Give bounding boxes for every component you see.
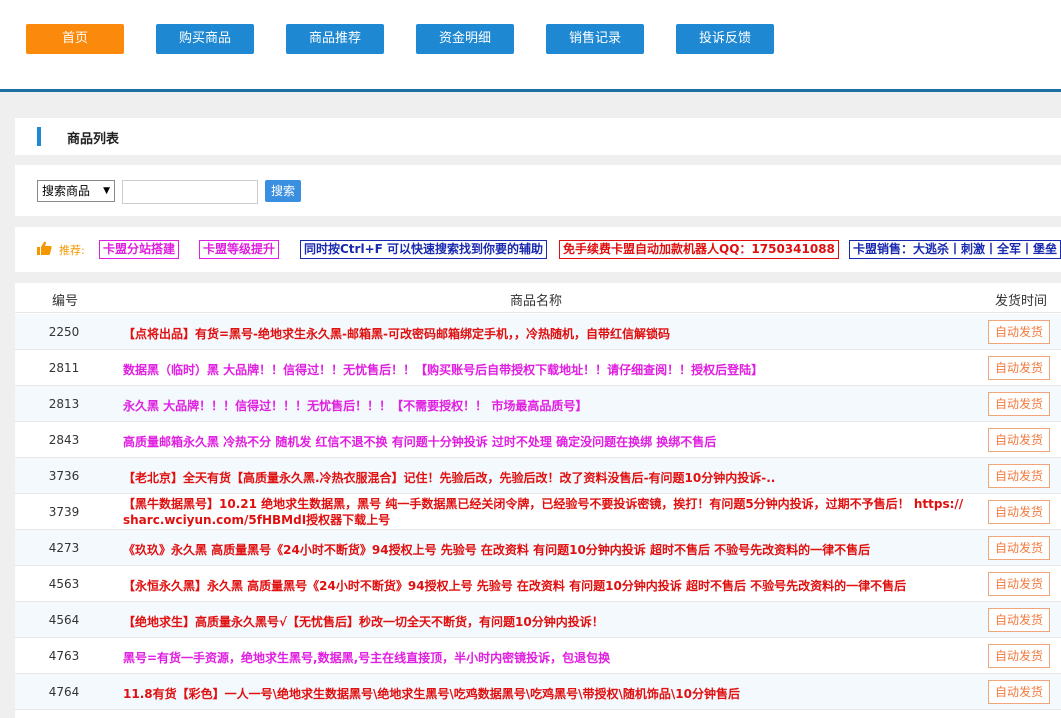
product-name[interactable]: 【永恒永久黑】永久黑 高质量黑号《24小时不断货》94授权上号 先验号 在改资料… — [123, 577, 969, 594]
header-time: 发货时间 — [995, 294, 1048, 309]
product-id: 2843 — [48, 433, 80, 447]
chevron-down-icon: ▼ — [103, 186, 110, 196]
auto-delivery-button[interactable]: 自动发货 — [988, 572, 1050, 596]
product-name[interactable]: 永久黑 大品牌！！！信得过！！！无忧售后！！！【不需要授权！！ 市场最高品质号】 — [123, 397, 969, 414]
nav-button-3[interactable]: 资金明细 — [416, 24, 514, 54]
header-name: 商品名称 — [510, 294, 563, 309]
product-name[interactable]: 11.8有货【彩色】一人一号\绝地求生数据黑号\绝地求生黑号\吃鸡数据黑号\吃鸡… — [123, 685, 969, 702]
nav-button-2[interactable]: 商品推荐 — [286, 24, 384, 54]
product-id: 4563 — [48, 577, 80, 591]
product-table: 编号 商品名称 发货时间 2250 【点将出品】有货=黑号-绝地求生永久黑-邮箱黑… — [15, 283, 1061, 718]
product-name[interactable]: 数据黑（临时）黑 大品牌！！信得过！！无忧售后！！【购买账号后自带授权下载地址！… — [123, 361, 969, 378]
recommend-panel: 推荐: 卡盟分站搭建 卡盟等级提升 同时按Ctrl+F 可以快速搜索找到你要的辅助免… — [15, 227, 1061, 272]
auto-delivery-button[interactable]: 自动发货 — [988, 644, 1050, 668]
page-title: 商品列表 — [67, 132, 120, 147]
product-name[interactable]: 黑号=有货一手资源，绝地求生黑号,数据黑,号主在线直接顶，半小时内密镜投诉，包退… — [123, 649, 969, 666]
table-row[interactable]: 2813 永久黑 大品牌！！！信得过！！！无忧售后！！！【不需要授权！！ 市场最高… — [15, 386, 1061, 422]
table-row[interactable]: 2250 【点将出品】有货=黑号-绝地求生永久黑-邮箱黑-可改密码邮箱绑定手机，，… — [15, 314, 1061, 350]
product-id: 4763 — [48, 649, 80, 663]
table-row[interactable]: 4764 11.8有货【彩色】一人一号\绝地求生数据黑号\绝地求生黑号\吃鸡数据黑… — [15, 674, 1061, 710]
product-name[interactable]: 【点将出品】有货=黑号-绝地求生永久黑-邮箱黑-可改密码邮箱绑定手机，，冷热随机… — [123, 325, 969, 342]
product-id: 3739 — [48, 505, 80, 519]
product-name[interactable]: 【绝地求生】高质量永久黑号√【无忧售后】秒改一切全天不断货，有问题10分钟内投诉… — [123, 613, 969, 630]
product-name[interactable]: 【老北京】全天有货【高质量永久黑.冷热衣服混合】记住！先验后改，先验后改！改了资… — [123, 469, 969, 486]
table-row[interactable]: 2811 数据黑（临时）黑 大品牌！！信得过！！无忧售后！！【购买账号后自带授权下… — [15, 350, 1061, 386]
recommend-tag-4[interactable]: 卡盟销售：大逃杀丨刺激丨全军丨堡垒 — [849, 240, 1061, 259]
search-button[interactable]: 搜索 — [265, 180, 301, 202]
product-name[interactable]: 《玖玖》永久黑 高质量黑号《24小时不断货》94授权上号 先验号 在改资料 有问… — [123, 541, 969, 558]
table-row[interactable]: 4564 【绝地求生】高质量永久黑号√【无忧售后】秒改一切全天不断货，有问题10分… — [15, 602, 1061, 638]
table-row[interactable]: 4563 【永恒永久黑】永久黑 高质量黑号《24小时不断货》94授权上号 先验号 … — [15, 566, 1061, 602]
product-name[interactable]: 高质量邮箱永久黑 冷热不分 随机发 红信不退不换 有问题十分钟投诉 过时不处理 … — [123, 433, 969, 450]
nav-button-1[interactable]: 购买商品 — [156, 24, 254, 54]
product-id: 4273 — [48, 541, 80, 555]
nav-button-5[interactable]: 投诉反馈 — [676, 24, 774, 54]
product-name[interactable]: 【黑牛数据黑号】10.21 绝地求生数据黑，黑号 纯一手数据黑已经关闭令牌，已经… — [123, 496, 969, 528]
header-id: 编号 — [52, 294, 79, 309]
auto-delivery-button[interactable]: 自动发货 — [988, 680, 1050, 704]
recommend-tag-2[interactable]: 同时按Ctrl+F 可以快速搜索找到你要的辅助 — [300, 240, 548, 259]
auto-delivery-button[interactable]: 自动发货 — [988, 428, 1050, 452]
thumbs-up-icon — [37, 241, 52, 255]
product-id: 2813 — [48, 397, 80, 411]
auto-delivery-button[interactable]: 自动发货 — [988, 500, 1050, 524]
auto-delivery-button[interactable]: 自动发货 — [988, 464, 1050, 488]
recommend-tag-1[interactable]: 卡盟等级提升 — [199, 240, 280, 259]
table-row[interactable]: 2843 高质量邮箱永久黑 冷热不分 随机发 红信不退不换 有问题十分钟投诉 过时… — [15, 422, 1061, 458]
search-input[interactable] — [122, 180, 258, 204]
auto-delivery-button[interactable]: 自动发货 — [988, 608, 1050, 632]
table-header: 编号 商品名称 发货时间 — [15, 283, 1061, 313]
product-id: 2250 — [48, 325, 80, 339]
product-id: 4764 — [48, 685, 80, 699]
table-row[interactable]: 4273 《玖玖》永久黑 高质量黑号《24小时不断货》94授权上号 先验号 在改资… — [15, 530, 1061, 566]
recommend-tag-3[interactable]: 免手续费卡盟自动加款机器人QQ：1750341088 — [559, 240, 839, 259]
auto-delivery-button[interactable]: 自动发货 — [988, 392, 1050, 416]
table-row[interactable]: 4763 黑号=有货一手资源，绝地求生黑号,数据黑,号主在线直接顶，半小时内密镜投… — [15, 638, 1061, 674]
top-nav-bar: 首页 购买商品 商品推荐 资金明细 销售记录 投诉反馈 — [0, 0, 1061, 92]
recommend-tag-0[interactable]: 卡盟分站搭建 — [99, 240, 180, 259]
search-type-select[interactable]: 搜索商品 ▼ — [37, 180, 115, 202]
table-row[interactable]: 3736 【老北京】全天有货【高质量永久黑.冷热衣服混合】记住！先验后改，先验后改… — [15, 458, 1061, 494]
recommend-label: 推荐: — [59, 244, 85, 257]
nav-button-4[interactable]: 销售记录 — [546, 24, 644, 54]
table-row[interactable]: 3739 【黑牛数据黑号】10.21 绝地求生数据黑，黑号 纯一手数据黑已经关闭令… — [15, 494, 1061, 530]
auto-delivery-button[interactable]: 自动发货 — [988, 536, 1050, 560]
product-id: 3736 — [48, 469, 80, 483]
search-panel: 搜索商品 ▼ 搜索 — [15, 165, 1061, 216]
product-id: 2811 — [48, 361, 80, 375]
section-title-panel: 商品列表 — [15, 118, 1061, 155]
auto-delivery-button[interactable]: 自动发货 — [988, 356, 1050, 380]
search-type-value: 搜索商品 — [42, 184, 91, 198]
nav-button-0[interactable]: 首页 — [26, 24, 124, 54]
product-id: 4564 — [48, 613, 80, 627]
auto-delivery-button[interactable]: 自动发货 — [988, 320, 1050, 344]
title-accent-bar — [37, 127, 41, 146]
